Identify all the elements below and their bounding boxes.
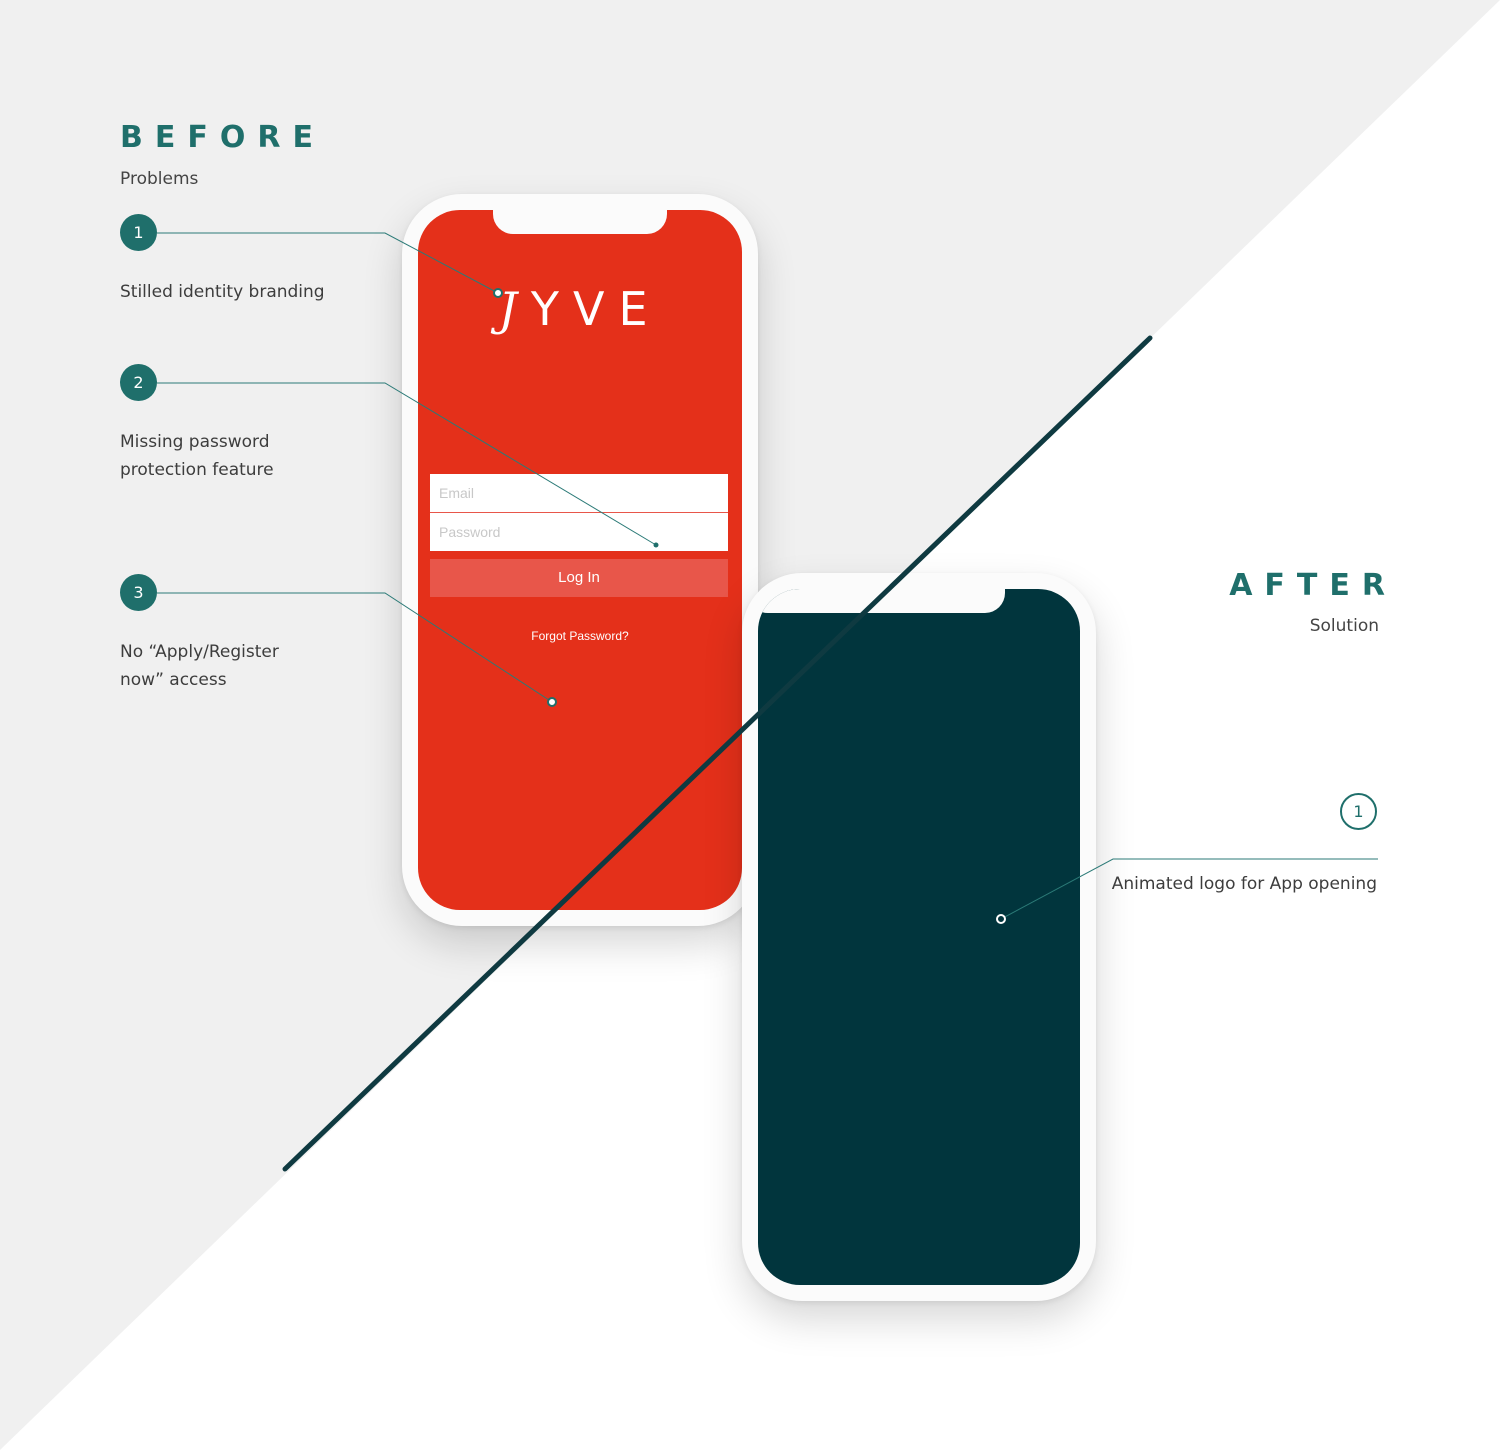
problem-2-text: Missing password protection feature bbox=[120, 432, 274, 480]
problem-2-badge: 2 bbox=[120, 364, 157, 401]
forgot-password-link[interactable]: Forgot Password? bbox=[418, 629, 742, 643]
new-app-screen bbox=[758, 589, 1080, 1285]
problem-1-badge: 1 bbox=[120, 214, 157, 251]
new-app-phone bbox=[742, 573, 1096, 1301]
solution-1-badge: 1 bbox=[1340, 793, 1377, 830]
solution-1-text: Animated logo for App opening bbox=[1111, 874, 1377, 894]
before-heading: BEFORE bbox=[120, 120, 325, 155]
problem-3-text: No “Apply/Register now” access bbox=[120, 642, 279, 690]
after-heading: AFTER bbox=[1229, 568, 1397, 603]
phone-notch bbox=[493, 210, 667, 234]
login-button[interactable]: Log In bbox=[430, 559, 728, 597]
before-subheading: Problems bbox=[120, 169, 199, 189]
old-app-screen: JYVE Email Password Log In Forgot Passwo… bbox=[418, 210, 742, 910]
after-subheading: Solution bbox=[1309, 616, 1379, 636]
old-app-phone: JYVE Email Password Log In Forgot Passwo… bbox=[402, 194, 758, 926]
problem-1-text: Stilled identity branding bbox=[120, 282, 325, 302]
problem-3-badge: 3 bbox=[120, 574, 157, 611]
email-field[interactable]: Email bbox=[430, 474, 728, 512]
password-field[interactable]: Password bbox=[430, 513, 728, 551]
jyve-logo: JYVE bbox=[498, 282, 662, 336]
phone-notch bbox=[758, 589, 1005, 613]
